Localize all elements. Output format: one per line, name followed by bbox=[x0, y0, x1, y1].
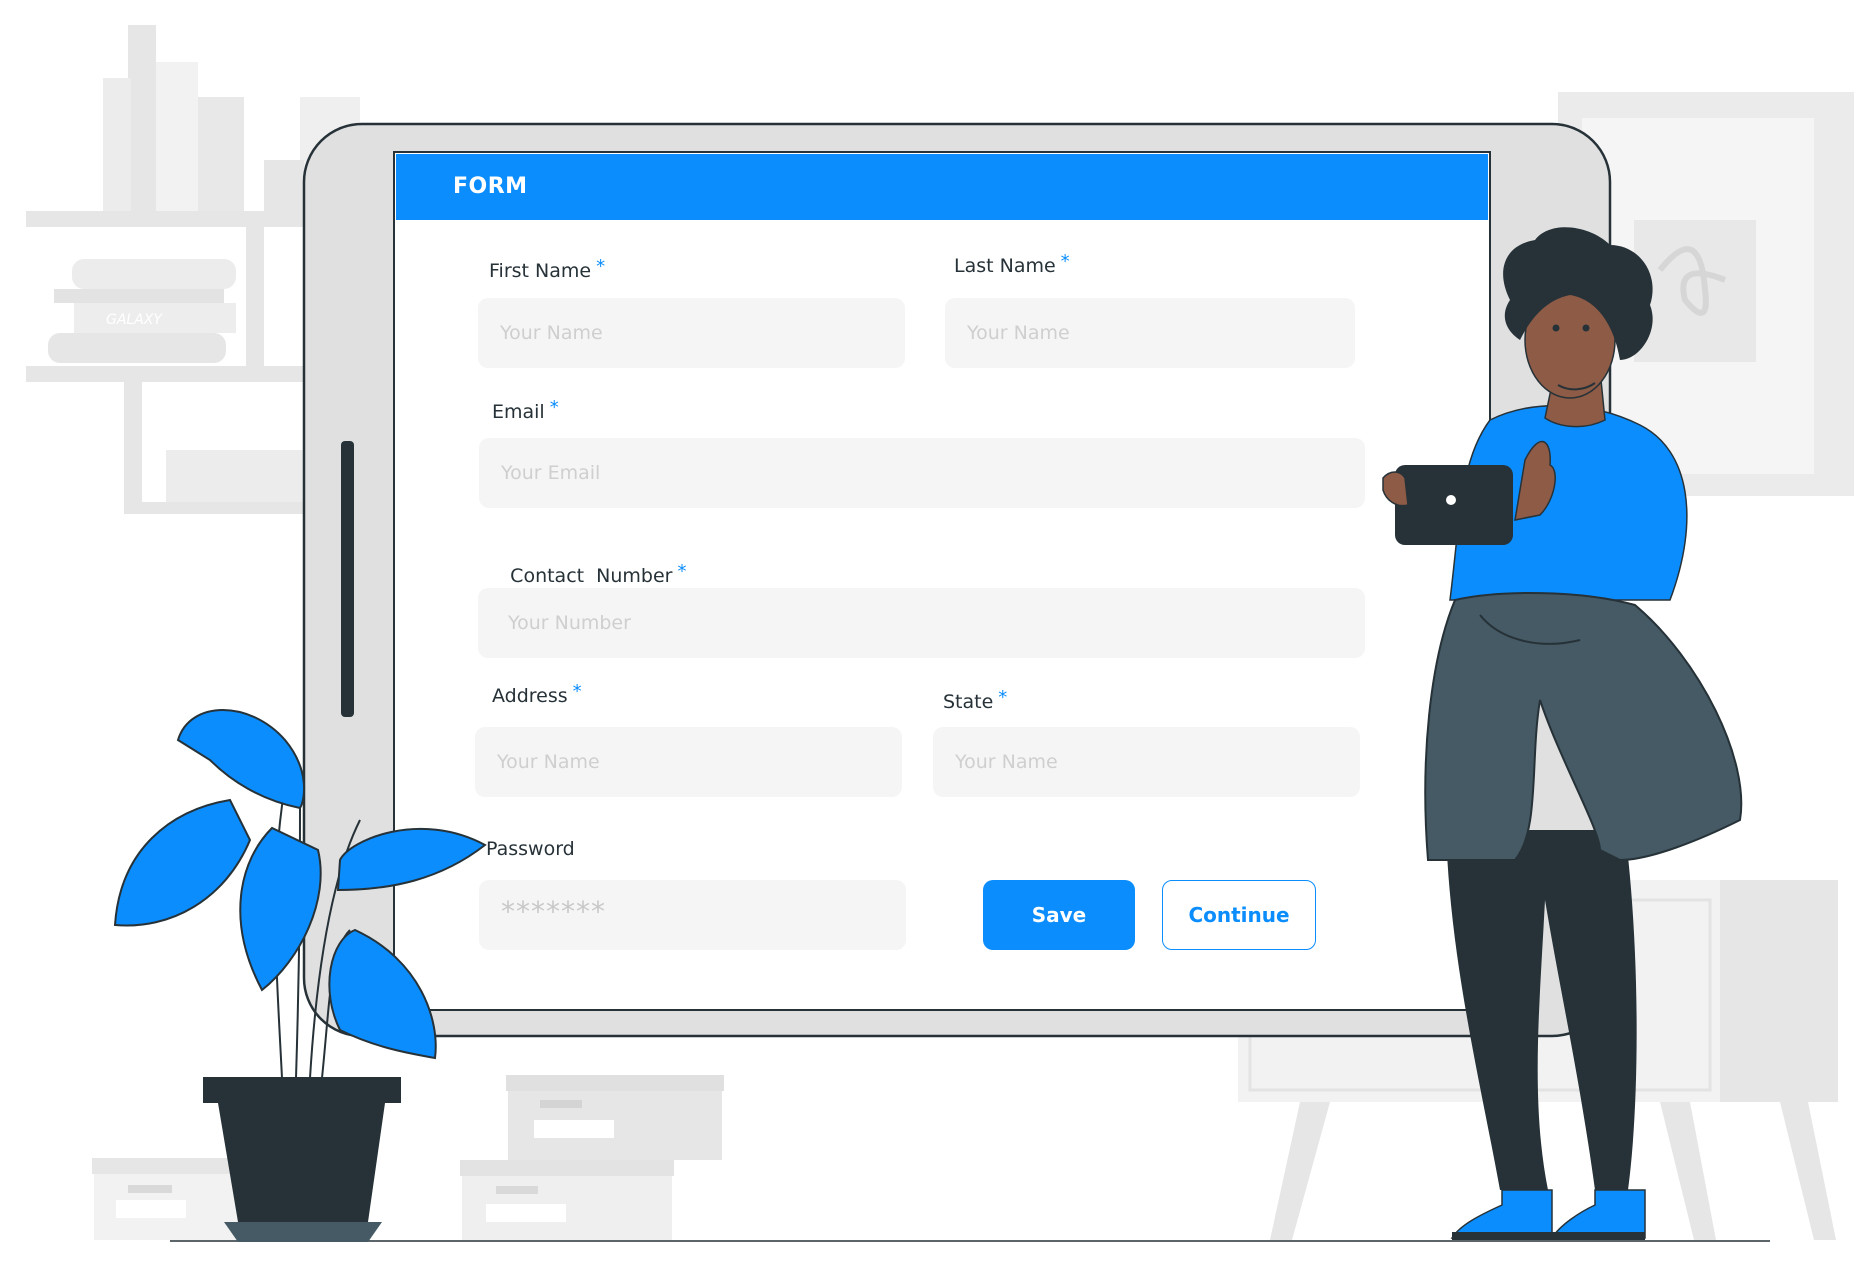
foreground-illustration bbox=[113, 227, 1743, 1242]
person-illustration bbox=[1382, 227, 1743, 1240]
potted-plant-illustration bbox=[113, 709, 487, 1242]
